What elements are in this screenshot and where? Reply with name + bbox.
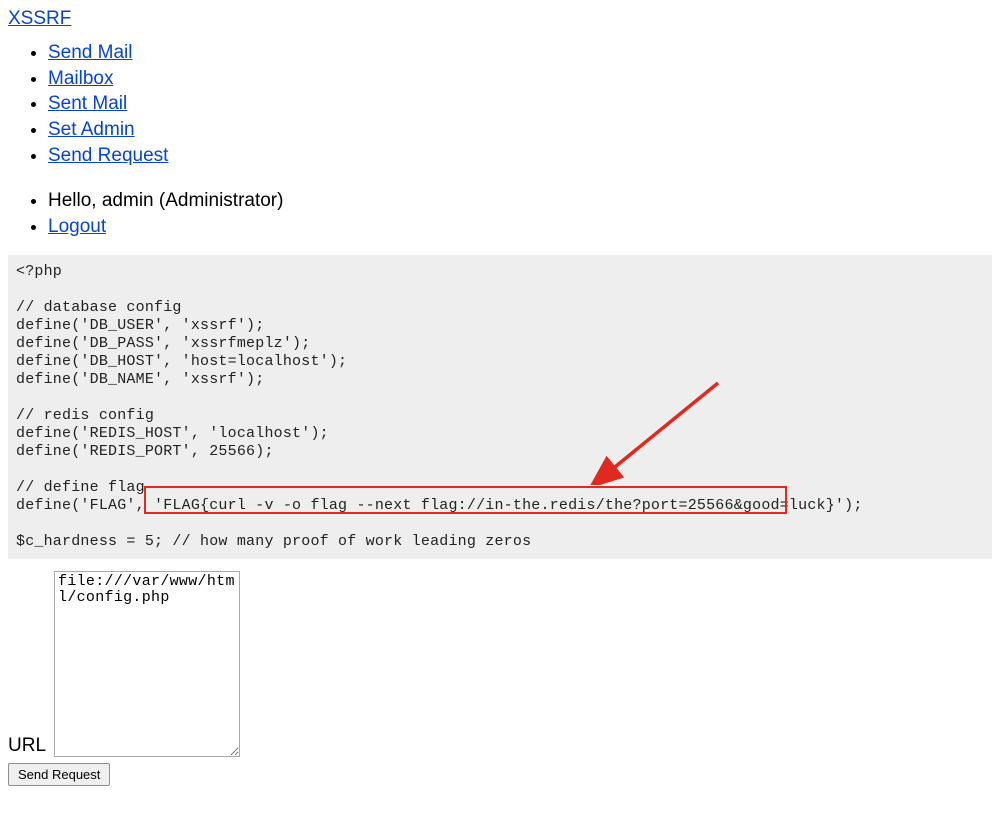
nav-spacer xyxy=(48,168,992,188)
nav-link-send-request[interactable]: Send Request xyxy=(48,145,168,166)
nav-hello: Hello, admin (Administrator) xyxy=(48,188,992,214)
nav-link-sent-mail[interactable]: Sent Mail xyxy=(48,93,127,114)
brand-link[interactable]: XSSRF xyxy=(8,8,71,29)
nav-item-set-admin: Set Admin xyxy=(48,117,992,143)
nav-list: Send Mail Mailbox Sent Mail Set Admin Se… xyxy=(8,40,992,239)
nav-item-mailbox: Mailbox xyxy=(48,66,992,92)
nav-item-send-request: Send Request xyxy=(48,143,992,169)
url-label: URL xyxy=(8,735,46,757)
nav-item-sent-mail: Sent Mail xyxy=(48,91,992,117)
code-block: <?php // database config define('DB_USER… xyxy=(8,255,992,559)
nav-item-logout: Logout xyxy=(48,214,992,240)
nav-link-set-admin[interactable]: Set Admin xyxy=(48,119,135,140)
url-form: URL Send Request xyxy=(8,571,992,786)
code-block-wrap: <?php // database config define('DB_USER… xyxy=(8,255,992,559)
nav-link-logout[interactable]: Logout xyxy=(48,216,106,237)
send-request-button[interactable]: Send Request xyxy=(8,763,110,786)
nav-link-mailbox[interactable]: Mailbox xyxy=(48,68,113,89)
nav-item-send-mail: Send Mail xyxy=(48,40,992,66)
url-textarea[interactable] xyxy=(54,571,240,757)
nav-link-send-mail[interactable]: Send Mail xyxy=(48,42,133,63)
